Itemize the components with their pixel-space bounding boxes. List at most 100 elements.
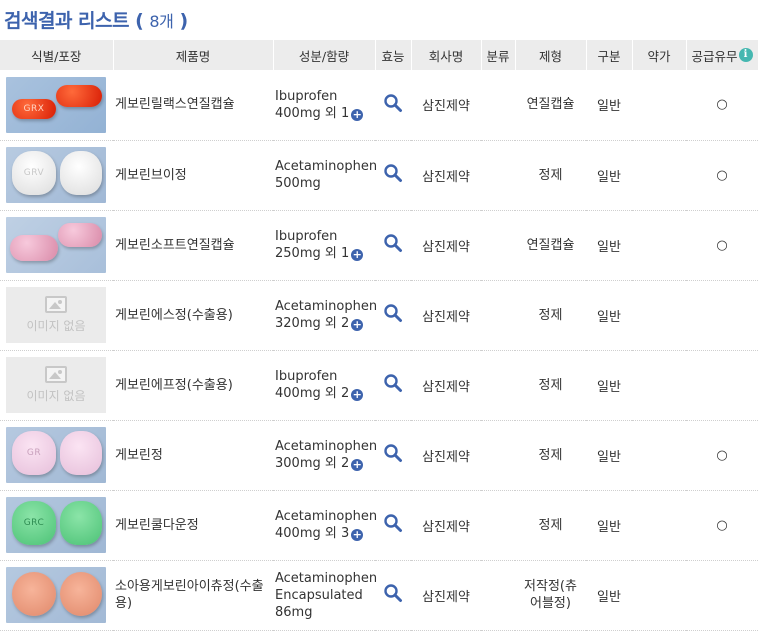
col-header-name: 제품명 [113, 40, 274, 70]
product-name[interactable]: 게보린소프트연질캡슐 [113, 210, 273, 281]
company-name: 삼진제약 [411, 420, 481, 491]
pill-image-cell: GRX [0, 70, 113, 141]
no-image-placeholder: 이미지 없음 [6, 287, 106, 343]
drug-type: 일반 [586, 350, 632, 421]
plus-icon[interactable]: + [351, 389, 364, 401]
product-name[interactable]: 게보린에스정(수출용) [113, 280, 273, 351]
table-row[interactable]: GRX 게보린릴랙스연질캡슐 Ibuprofen 400mg 외 1 + 삼진제약 연질캡슐… [0, 70, 758, 141]
search-icon[interactable] [383, 233, 403, 253]
dosage-form: 정제 [515, 140, 586, 211]
product-name[interactable]: 게보린쿨다운정 [113, 490, 273, 561]
col-header-ingredient: 성분/함량 [273, 40, 376, 70]
ingredient-amount-text: 400mg 외 1 [275, 105, 350, 121]
results-table: 식별/포장 제품명 성분/함량 효능 회사명 분류 제형 구분 약가 공급유무 i… [0, 40, 759, 631]
pill-image-cell [0, 210, 113, 281]
product-name[interactable]: 게보린브이정 [113, 140, 273, 211]
ingredient-amount-text: 250mg 외 1 [275, 246, 350, 261]
category [481, 140, 515, 211]
ingredient-amount: 300mg 외 2 + [275, 455, 375, 472]
pill-shape: GRV [12, 151, 56, 195]
pill-shape: GR [12, 431, 56, 475]
supply-status: ○ [686, 420, 758, 491]
plus-icon[interactable]: + [351, 319, 364, 331]
ingredient-amount: 250mg 외 1 + [275, 245, 375, 262]
company-name: 삼진제약 [411, 210, 481, 281]
supply-status: ○ [686, 490, 758, 561]
col-header-price: 약가 [632, 40, 687, 70]
drug-price [632, 70, 686, 141]
product-name[interactable]: 소아용게보린아이츄정(수출용) [113, 560, 273, 631]
search-icon[interactable] [383, 93, 403, 113]
category [481, 560, 515, 631]
supply-status: ○ [686, 70, 758, 141]
search-icon[interactable] [383, 583, 403, 603]
pill-image[interactable] [6, 217, 106, 273]
table-row[interactable]: 소아용게보린아이츄정(수출용) Acetaminophen Encapsulated… [0, 560, 758, 631]
pill-image-cell [0, 560, 113, 631]
search-icon[interactable] [383, 163, 403, 183]
ingredient-amount: 400mg 외 2 + [275, 385, 375, 402]
table-row[interactable]: GRC 게보린쿨다운정 Acetaminophen 400mg 외 3 + 삼진제약 정제 일… [0, 490, 758, 561]
pill-image[interactable]: GRV [6, 147, 106, 203]
efficacy-cell [375, 490, 411, 561]
table-row[interactable]: 이미지 없음 게보린에스정(수출용) Acetaminophen 320mg 외 2 +… [0, 280, 758, 351]
drug-price [632, 140, 686, 211]
ingredient-amount-text: Encapsulated [275, 587, 363, 603]
dosage-form: 저작정(츄어블정) [515, 560, 586, 631]
product-name[interactable]: 게보린릴랙스연질캡슐 [113, 70, 273, 141]
col-header-efficacy: 효능 [375, 40, 412, 70]
info-icon[interactable]: i [738, 47, 753, 62]
drug-type: 일반 [586, 70, 632, 141]
count-value: 8개 [149, 12, 174, 31]
ingredient-amount-text: 320mg 외 2 [275, 316, 350, 331]
col-header-supply-label: 공급유무 [691, 48, 738, 64]
table-row[interactable]: GRV 게보린브이정 Acetaminophen 500mg 삼진제약 정제 일반 ○ [0, 140, 758, 211]
dosage-form: 정제 [515, 490, 586, 561]
efficacy-cell [375, 560, 411, 631]
supply-status [686, 280, 758, 351]
pill-shape [60, 501, 102, 545]
pill-image-cell: 이미지 없음 [0, 350, 113, 421]
supply-status [686, 350, 758, 421]
category [481, 70, 515, 141]
col-header-id: 식별/포장 [0, 40, 114, 70]
pill-image-cell: GRC [0, 490, 113, 561]
pill-shape [10, 235, 58, 261]
no-image-label: 이미지 없음 [26, 389, 86, 403]
table-row[interactable]: 게보린소프트연질캡슐 Ibuprofen 250mg 외 1 + 삼진제약 연질캡슐 일반 ○ [0, 210, 758, 281]
product-name[interactable]: 게보린에프정(수출용) [113, 350, 273, 421]
pill-image[interactable]: GR [6, 427, 106, 483]
ingredient-name: Acetaminophen [275, 299, 378, 314]
product-name[interactable]: 게보린정 [113, 420, 273, 491]
pill-shape: GRC [12, 501, 56, 545]
search-icon[interactable] [383, 373, 403, 393]
ingredient-cell: Ibuprofen 400mg 외 1 + [273, 70, 375, 141]
plus-icon[interactable]: + [351, 459, 364, 471]
title-text: 검색결과 리스트 [4, 10, 129, 32]
pill-image[interactable] [6, 567, 106, 623]
category [481, 420, 515, 491]
plus-icon[interactable]: + [351, 529, 364, 541]
search-icon[interactable] [383, 303, 403, 323]
table-row[interactable]: 이미지 없음 게보린에프정(수출용) Ibuprofen 400mg 외 2 + 삼진제약… [0, 350, 758, 421]
plus-icon[interactable]: + [351, 249, 364, 261]
ingredient-cell: Acetaminophen Encapsulated 86mg [273, 560, 378, 631]
search-icon[interactable] [383, 513, 403, 533]
ingredient-name: Ibuprofen [275, 88, 338, 104]
search-icon[interactable] [383, 443, 403, 463]
ingredient-amount: Encapsulated [275, 587, 375, 604]
image-icon [45, 366, 67, 383]
pill-image-cell: 이미지 없음 [0, 280, 113, 351]
table-row[interactable]: GR 게보린정 Acetaminophen 300mg 외 2 + 삼진제약 정제 일반 ○ [0, 420, 758, 491]
ingredient-amount-extra: 86mg [275, 604, 313, 620]
pill-shape [60, 151, 102, 195]
drug-price [632, 350, 686, 421]
pill-image[interactable]: GRC [6, 497, 106, 553]
pill-image[interactable]: GRX [6, 76, 106, 133]
ingredient-name: Acetaminophen [275, 570, 378, 586]
plus-icon[interactable]: + [351, 108, 364, 121]
title-bar: 검색결과 리스트 ( 8개 ) [0, 0, 772, 40]
efficacy-cell [375, 70, 411, 141]
ingredient-amount: 500mg [275, 175, 375, 192]
pill-shape: GRX [12, 98, 56, 119]
